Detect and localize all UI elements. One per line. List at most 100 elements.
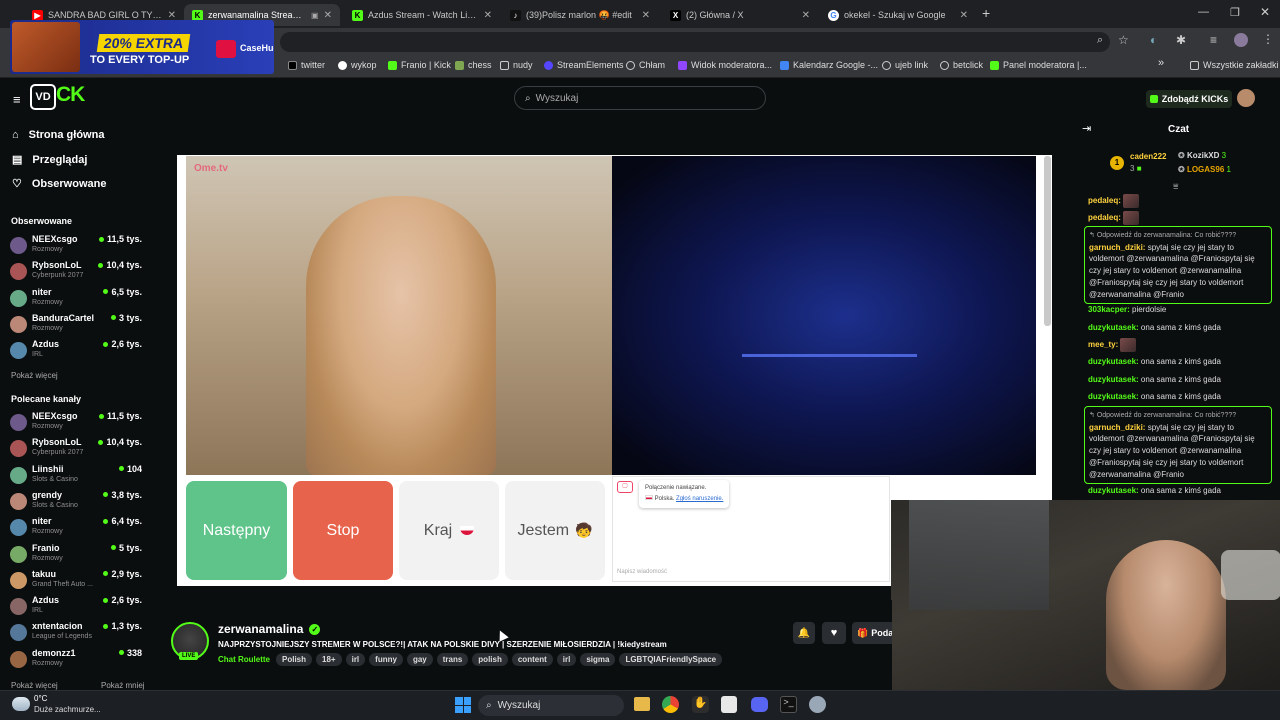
close-icon[interactable]: ✕ (960, 10, 968, 21)
show-more-link[interactable]: Pokaż więcej (11, 371, 58, 380)
close-icon[interactable]: ✕ (168, 10, 176, 21)
stream-tag[interactable]: LGBTQIAFriendlySpace (619, 653, 723, 666)
gender-button[interactable]: Jestem 🧒 (505, 481, 605, 580)
stream-tag[interactable]: trans (436, 653, 469, 666)
channel-item[interactable]: RybsonLoL Cyberpunk 2077 10,4 tys. (10, 260, 146, 284)
close-icon[interactable]: ✕ (484, 10, 492, 21)
all-bookmarks[interactable]: Wszystkie zakładki (1190, 60, 1279, 70)
channel-item[interactable]: grendy Slots & Casino 3,8 tys. (10, 490, 146, 514)
chat-username[interactable]: duzykutasek: (1088, 375, 1139, 384)
channel-item[interactable]: BanduraCartel Rozmowy 3 tys. (10, 313, 146, 337)
stream-tag[interactable]: irl (556, 653, 577, 666)
stream-tag[interactable]: gay (406, 653, 433, 666)
menu-icon[interactable]: ⋮ (1262, 32, 1274, 46)
leaderboard-user[interactable]: ✪ LOGAS96 1 (1178, 165, 1231, 174)
stream-tag[interactable]: 18+ (316, 653, 342, 666)
bookmark[interactable]: nudy (500, 60, 533, 70)
bookmark[interactable]: chess (455, 60, 492, 70)
browser-tab[interactable]: G okekel - Szukaj w Google ✕ (820, 4, 976, 26)
chat-username[interactable]: garnuch_dziki: (1089, 423, 1145, 432)
close-icon[interactable]: ✕ (324, 10, 332, 21)
new-tab-button[interactable]: + (982, 5, 990, 21)
expand-leaderboard-icon[interactable]: ⩸ (1173, 181, 1178, 192)
chat-username[interactable]: garnuch_dziki: (1089, 243, 1145, 252)
chevron-right-icon[interactable]: » (1158, 57, 1164, 69)
chat-username[interactable]: mee_ty: (1088, 340, 1118, 349)
bookmark[interactable]: Widok moderatora... (678, 60, 772, 70)
settings-gear-icon[interactable] (809, 696, 826, 713)
chat-username[interactable]: pedaleq: (1088, 213, 1121, 222)
kick-logo[interactable]: VD CK (30, 83, 94, 110)
chat-message[interactable]: mee_ty: (1088, 338, 1274, 352)
bookmark[interactable]: twitter (288, 60, 325, 70)
stream-tag[interactable]: funny (369, 653, 403, 666)
chat-message[interactable]: pedaleq: (1088, 194, 1274, 208)
leaderboard-user[interactable]: caden222 (1130, 152, 1166, 161)
weather-temp[interactable]: 0°C (34, 694, 47, 703)
maximize-button[interactable]: ❐ (1230, 6, 1240, 19)
media-icon[interactable]: ≡ (1210, 33, 1217, 47)
country-button[interactable]: Kraj (399, 481, 499, 580)
chat-message[interactable]: 303kacper: pierdolsie (1088, 304, 1274, 316)
chat-message[interactable]: duzykutasek: ona sama z kimś gada (1088, 374, 1274, 386)
browser-tab[interactable]: ♪ (39)Polisz marlon 🤬 #edit ✕ (502, 4, 658, 26)
star-icon[interactable]: ☆ (1118, 33, 1129, 47)
bookmark[interactable]: Panel moderatora |... (990, 60, 1087, 70)
app-icon[interactable]: ✋ (692, 696, 709, 713)
show-less-link[interactable]: Pokaż mniej (101, 681, 145, 690)
windows-start-icon[interactable] (455, 697, 471, 713)
channel-item[interactable]: demonzz1 Rozmowy 338 (10, 648, 146, 672)
hamburger-menu-icon[interactable]: ≡ (13, 92, 21, 107)
chat-message[interactable]: duzykutasek: ona sama z kimś gada (1088, 391, 1274, 403)
bookmark[interactable]: StreamElements (544, 60, 624, 70)
category-link[interactable]: Chat Roulette (218, 655, 270, 664)
sidebar-item-following[interactable]: ♡ Obserwowane (12, 177, 106, 191)
stream-tag[interactable]: Polish (276, 653, 313, 666)
stream-tag[interactable]: sigma (580, 653, 616, 666)
channel-item[interactable]: NEEXcsgo Rozmowy 11,5 tys. (10, 234, 146, 258)
channel-item[interactable]: Azdus IRL 2,6 tys. (10, 339, 146, 363)
channel-item[interactable]: NEEXcsgo Rozmowy 11,5 tys. (10, 411, 146, 435)
url-field[interactable] (280, 32, 1110, 52)
browser-tab[interactable]: X (2) Główna / X ✕ (662, 4, 818, 26)
stream-tag[interactable]: content (511, 653, 553, 666)
next-button[interactable]: Następny (186, 481, 287, 580)
collapse-chat-icon[interactable]: ⇥ (1082, 122, 1091, 135)
stream-tag[interactable]: irl (345, 653, 366, 666)
bookmark[interactable]: ujeb link (882, 60, 928, 70)
bookmark[interactable]: betclick (940, 60, 983, 70)
extension-icon[interactable]: ◐ (1150, 33, 1157, 47)
channel-item[interactable]: Liinshii Slots & Casino 104 (10, 464, 146, 488)
close-icon[interactable]: ✕ (802, 10, 810, 21)
get-kicks-button[interactable]: Zdobądź KICKs (1146, 90, 1232, 108)
chat-message[interactable]: pedaleq: (1088, 211, 1274, 225)
bookmark[interactable]: Chłam (626, 60, 665, 70)
channel-item[interactable]: RybsonLoL Cyberpunk 2077 10,4 tys. (10, 437, 146, 461)
gift-sub-button[interactable]: 🎁 Poda (852, 622, 892, 644)
chat-username[interactable]: duzykutasek: (1088, 323, 1139, 332)
chat-username[interactable]: duzykutasek: (1088, 392, 1139, 401)
channel-name[interactable]: zerwanamalina (218, 622, 303, 636)
minimize-button[interactable]: — (1198, 6, 1209, 18)
bookmark[interactable]: wykop (338, 60, 377, 70)
ad-banner[interactable]: 20% EXTRA TO EVERY TOP-UP CaseHug (10, 20, 274, 74)
report-link[interactable]: Zgłoś naruszenie. (676, 496, 723, 502)
channel-item[interactable]: niter Rozmowy 6,4 tys. (10, 516, 146, 540)
chrome-icon[interactable] (662, 696, 679, 713)
sidebar-item-home[interactable]: ⌂ Strona główna (12, 129, 104, 141)
search-input[interactable]: Wyszukaj (536, 93, 579, 104)
close-icon[interactable]: ✕ (642, 10, 650, 21)
zoom-icon[interactable]: ⌕ (1097, 34, 1103, 47)
chat-username[interactable]: duzykutasek: (1088, 486, 1139, 495)
profile-icon[interactable] (1234, 33, 1248, 47)
chat-reply-message[interactable]: ↰ Odpowiedź do zerwanamalina: Co robić??… (1084, 406, 1272, 485)
browser-tab[interactable]: K Azdus Stream - Watch Live on K ✕ (344, 4, 500, 26)
bookmark[interactable]: Franio | Kick (388, 60, 451, 70)
sidebar-item-browse[interactable]: ▤ Przeglądaj (12, 153, 87, 167)
chat-username[interactable]: duzykutasek: (1088, 357, 1139, 366)
discord-icon[interactable] (751, 697, 768, 712)
chat-message[interactable]: duzykutasek: ona sama z kimś gada (1088, 356, 1274, 368)
follow-heart-button[interactable]: ♥ (822, 622, 846, 644)
stream-tag[interactable]: polish (472, 653, 508, 666)
chat-message[interactable]: duzykutasek: ona sama z kimś gada (1088, 322, 1274, 334)
